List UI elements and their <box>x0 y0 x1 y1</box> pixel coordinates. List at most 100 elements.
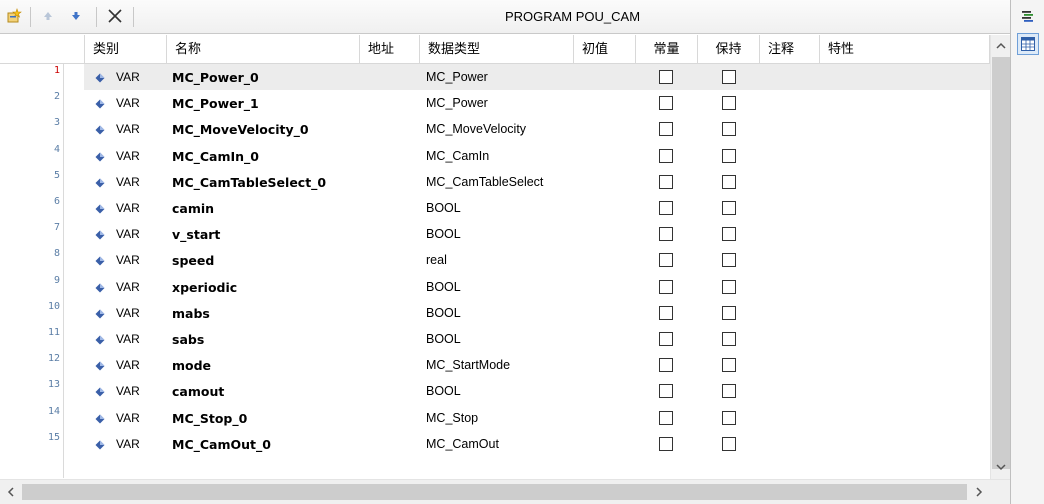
constant-checkbox[interactable] <box>659 384 673 399</box>
variable-category[interactable]: VAR <box>116 149 140 163</box>
variable-datatype[interactable]: MC_CamTableSelect <box>426 175 543 189</box>
constant-checkbox[interactable] <box>659 358 673 373</box>
vertical-scroll-thumb[interactable] <box>992 57 1010 469</box>
variable-name[interactable]: sabs <box>172 332 204 347</box>
retain-checkbox[interactable] <box>722 96 736 111</box>
column-header-initial[interactable]: 初值 <box>573 35 635 64</box>
table-row[interactable]: 3 VAR MC_MoveVelocity_0 MC_MoveVelocity <box>0 116 990 142</box>
column-header-address[interactable]: 地址 <box>359 35 419 64</box>
variable-category[interactable]: VAR <box>116 306 140 320</box>
column-header-retain[interactable]: 保持 <box>697 35 759 64</box>
variable-category[interactable]: VAR <box>116 358 140 372</box>
variable-category[interactable]: VAR <box>116 96 140 110</box>
variable-name[interactable]: MC_MoveVelocity_0 <box>172 122 309 137</box>
constant-checkbox[interactable] <box>659 279 673 294</box>
retain-checkbox[interactable] <box>722 148 736 163</box>
variable-name[interactable]: MC_Power_1 <box>172 96 259 111</box>
variable-name[interactable]: MC_CamOut_0 <box>172 437 271 452</box>
variable-name[interactable]: speed <box>172 253 214 268</box>
retain-checkbox[interactable] <box>722 436 736 451</box>
table-row[interactable]: 13 VAR camout BOOL <box>0 378 990 404</box>
table-row[interactable]: 14 VAR MC_Stop_0 MC_Stop <box>0 405 990 431</box>
variable-name[interactable]: MC_Stop_0 <box>172 411 247 426</box>
constant-checkbox[interactable] <box>659 436 673 451</box>
retain-checkbox[interactable] <box>722 122 736 137</box>
constant-checkbox[interactable] <box>659 201 673 215</box>
tabular-view-icon[interactable] <box>1017 33 1039 55</box>
variable-datatype[interactable]: MC_Stop <box>426 411 478 425</box>
constant-checkbox[interactable] <box>659 410 673 425</box>
retain-checkbox[interactable] <box>722 253 736 268</box>
retain-checkbox[interactable] <box>722 227 736 242</box>
move-down-icon[interactable] <box>66 6 86 26</box>
variable-category[interactable]: VAR <box>116 437 140 451</box>
constant-checkbox[interactable] <box>659 332 673 346</box>
column-header-category[interactable]: 类别 <box>84 35 166 64</box>
constant-checkbox[interactable] <box>659 96 673 111</box>
variable-name[interactable]: mode <box>172 358 211 373</box>
scroll-right-icon[interactable] <box>969 482 989 502</box>
retain-checkbox[interactable] <box>722 174 736 189</box>
table-row[interactable]: 9 VAR xperiodic BOOL <box>0 274 990 300</box>
retain-checkbox[interactable] <box>722 201 736 215</box>
variable-name[interactable]: camout <box>172 384 224 399</box>
scroll-up-icon[interactable] <box>991 36 1011 56</box>
constant-checkbox[interactable] <box>659 174 673 189</box>
variable-datatype[interactable]: BOOL <box>426 384 461 398</box>
variable-datatype[interactable]: MC_Power <box>426 96 488 110</box>
constant-checkbox[interactable] <box>659 70 673 84</box>
column-header-name[interactable]: 名称 <box>166 35 359 64</box>
table-row[interactable]: 4 VAR MC_CamIn_0 MC_CamIn <box>0 143 990 169</box>
retain-checkbox[interactable] <box>722 384 736 399</box>
retain-checkbox[interactable] <box>722 70 736 84</box>
table-row[interactable]: 15 VAR MC_CamOut_0 MC_CamOut <box>0 431 990 457</box>
constant-checkbox[interactable] <box>659 122 673 137</box>
move-up-icon[interactable] <box>38 6 58 26</box>
scroll-down-icon[interactable] <box>991 457 1011 477</box>
variable-category[interactable]: VAR <box>116 122 140 136</box>
horizontal-scrollbar[interactable] <box>0 479 1010 504</box>
delete-icon[interactable] <box>105 6 125 26</box>
variable-category[interactable]: VAR <box>116 201 140 215</box>
column-header-comment[interactable]: 注释 <box>759 35 819 64</box>
retain-checkbox[interactable] <box>722 410 736 425</box>
table-row[interactable]: 8 VAR speed real <box>0 247 990 273</box>
table-row[interactable]: 2 VAR MC_Power_1 MC_Power <box>0 90 990 116</box>
table-row[interactable]: 6 VAR camin BOOL <box>0 195 990 221</box>
scroll-left-icon[interactable] <box>1 482 21 502</box>
table-row[interactable]: 7 VAR v_start BOOL <box>0 221 990 247</box>
variable-category[interactable]: VAR <box>116 253 140 267</box>
variable-category[interactable]: VAR <box>116 280 140 294</box>
variable-datatype[interactable]: MC_MoveVelocity <box>426 122 526 136</box>
textual-view-icon[interactable] <box>1017 6 1039 28</box>
variable-category[interactable]: VAR <box>116 227 140 241</box>
table-row[interactable]: 12 VAR mode MC_StartMode <box>0 352 990 378</box>
variable-name[interactable]: MC_Power_0 <box>172 70 259 85</box>
constant-checkbox[interactable] <box>659 253 673 268</box>
variable-name[interactable]: xperiodic <box>172 280 237 295</box>
column-header-datatype[interactable]: 数据类型 <box>419 35 573 64</box>
table-row[interactable]: 10 VAR mabs BOOL <box>0 300 990 326</box>
retain-checkbox[interactable] <box>722 305 736 320</box>
variable-datatype[interactable]: BOOL <box>426 280 461 294</box>
constant-checkbox[interactable] <box>659 305 673 320</box>
variable-name[interactable]: camin <box>172 201 214 216</box>
table-row[interactable]: 5 VAR MC_CamTableSelect_0 MC_CamTableSel… <box>0 169 990 195</box>
variable-name[interactable]: mabs <box>172 306 210 321</box>
retain-checkbox[interactable] <box>722 279 736 294</box>
retain-checkbox[interactable] <box>722 358 736 373</box>
retain-checkbox[interactable] <box>722 332 736 346</box>
variable-datatype[interactable]: MC_StartMode <box>426 358 510 372</box>
variable-category[interactable]: VAR <box>116 70 140 84</box>
table-row[interactable]: 11 VAR sabs BOOL <box>0 326 990 352</box>
variable-datatype[interactable]: BOOL <box>426 332 461 346</box>
column-header-constant[interactable]: 常量 <box>635 35 697 64</box>
variable-category[interactable]: VAR <box>116 332 140 346</box>
variable-category[interactable]: VAR <box>116 384 140 398</box>
variable-datatype[interactable]: MC_CamIn <box>426 149 489 163</box>
variable-datatype[interactable]: BOOL <box>426 227 461 241</box>
variable-datatype[interactable]: MC_Power <box>426 70 488 84</box>
variable-category[interactable]: VAR <box>116 175 140 189</box>
variable-datatype[interactable]: real <box>426 253 447 267</box>
variable-datatype[interactable]: MC_CamOut <box>426 437 499 451</box>
